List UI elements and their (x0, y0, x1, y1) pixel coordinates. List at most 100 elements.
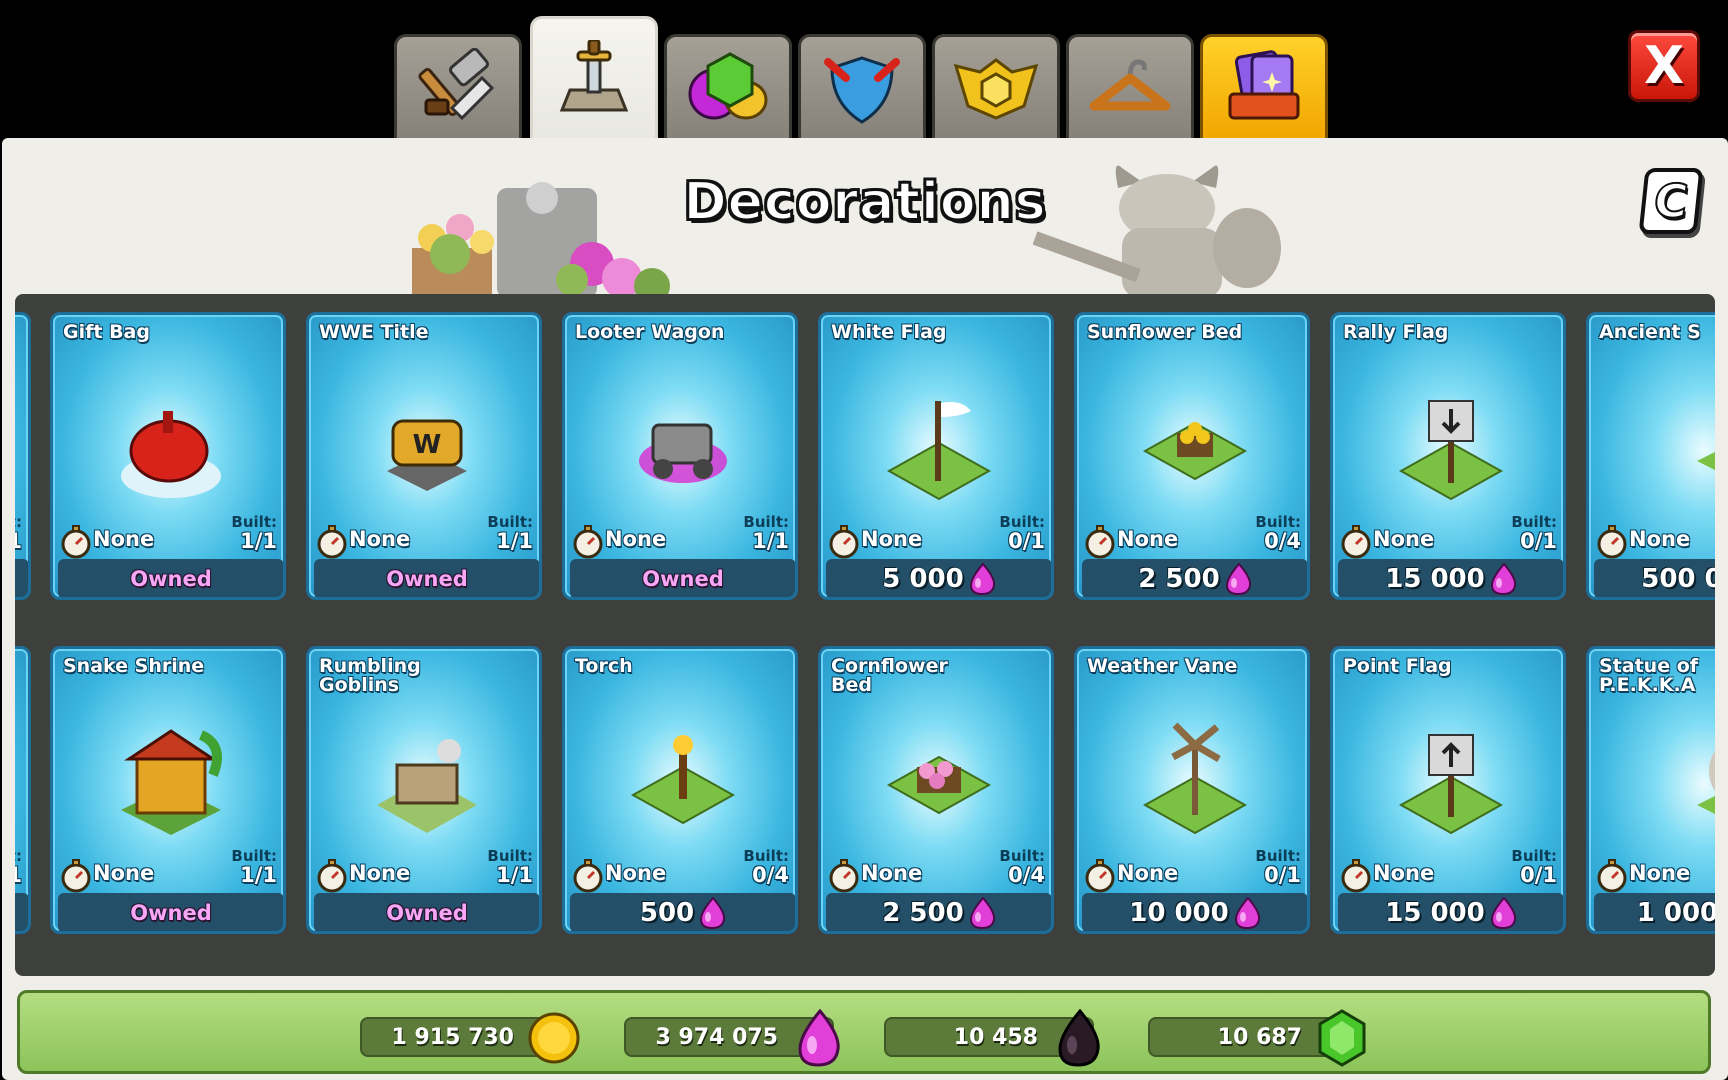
gold-amount: 1 915 730 (391, 1024, 514, 1050)
owned-status: Owned (58, 893, 283, 931)
build-time-label: None (861, 861, 923, 885)
c-badge-label: C (1650, 173, 1691, 229)
build-time-label: None (349, 527, 411, 551)
decoration-name: Gift Bag (63, 321, 150, 343)
built-count: 1/1 (15, 529, 22, 553)
treasury-tab[interactable] (664, 34, 792, 138)
elixir-counter: 3 974 075 (624, 1009, 840, 1067)
decoration-card[interactable]: NoneBuilt:1/1Owned (15, 646, 31, 934)
decoration-name: Weather Vane (1087, 655, 1238, 677)
decoration-card[interactable]: Sunflower Bed None Built: 0/4 2 500 (1074, 312, 1310, 600)
elixir-amount: 3 974 075 (655, 1024, 778, 1050)
decoration-image (121, 729, 222, 835)
price-button[interactable]: 15 000 (1338, 559, 1563, 597)
price-button[interactable]: 500 00 (1594, 559, 1715, 597)
owned-label: Owned (642, 567, 724, 591)
gold-pass-tab[interactable] (1200, 34, 1328, 138)
resource-bar: 1 915 730 3 974 075 10 458 10 687 (17, 990, 1711, 1074)
decoration-image (639, 423, 727, 483)
decoration-image (1142, 421, 1248, 481)
decoration-image (121, 411, 221, 498)
creator-code-badge[interactable]: C (1638, 168, 1704, 234)
decoration-card[interactable]: Gift Bag None Built: 1/1 Owned (50, 312, 286, 600)
price-button[interactable]: 1 000 0 (1594, 893, 1715, 931)
decoration-card[interactable]: Statue of P.E.K.K.A None 1 000 0 (1586, 646, 1715, 934)
league-tab[interactable] (932, 34, 1060, 138)
price-button[interactable]: 15 000 (1338, 893, 1563, 931)
owned-status: Owned (570, 559, 795, 597)
dark-elixir-counter: 10 458 (884, 1009, 1100, 1067)
decoration-card[interactable]: Looter Wagon None Built: 1/1 Owned (562, 312, 798, 600)
build-time-label: None (605, 527, 667, 551)
decoration-card[interactable]: Ancient S None 500 00 (1586, 312, 1715, 600)
price-amount: 15 000 (1385, 898, 1485, 928)
decoration-name: Rumbling Goblins (319, 655, 421, 696)
decoration-card[interactable]: Cornflower Bed None Built: 0/4 2 500 (818, 646, 1054, 934)
stopwatch-icon (1085, 525, 1115, 559)
price-amount: 15 000 (1385, 564, 1485, 594)
gold-badge-icon (953, 57, 1039, 120)
dark-elixir-drop-icon (1058, 1009, 1100, 1067)
owned-status: Owned (314, 559, 539, 597)
stopwatch-icon (61, 859, 91, 893)
built-count: 0/4 (752, 863, 789, 887)
decoration-card[interactable]: Torch None Built: 0/4 500 (562, 646, 798, 934)
cards-icon (1228, 49, 1300, 119)
decoration-card[interactable]: White Flag None Built: 0/1 5 000 (818, 312, 1054, 600)
built-count: 1/1 (496, 529, 533, 553)
stopwatch-icon (1597, 525, 1627, 559)
built-count: 1/1 (240, 863, 277, 887)
built-count: 1/1 (496, 863, 533, 887)
stopwatch-icon (317, 859, 347, 893)
pekka-statue-illustration (1032, 165, 1281, 298)
decoration-name: White Flag (831, 321, 947, 343)
owned-status: Owned (58, 559, 283, 597)
price-button[interactable]: 2 500 (826, 893, 1051, 931)
skins-tab[interactable] (1066, 34, 1194, 138)
shields-tab[interactable] (798, 34, 926, 138)
build-time-label: None (349, 861, 411, 885)
decoration-card[interactable]: Rally Flag None Built: 0/1 15 000 (1330, 312, 1566, 600)
price-button[interactable]: 500 (570, 893, 795, 931)
built-count: 0/1 (1520, 863, 1557, 887)
close-button[interactable]: X (1628, 30, 1700, 102)
owned-label: Owned (130, 901, 212, 925)
elixir-drop-icon (700, 897, 726, 929)
decoration-image (1398, 734, 1504, 835)
decoration-card[interactable]: Point Flag None Built: 0/1 15 000 (1330, 646, 1566, 934)
build-time-label: None (1629, 861, 1691, 885)
decoration-card[interactable]: Weather Vane None Built: 0/1 10 000 (1074, 646, 1310, 934)
decoration-name: Rally Flag (1343, 321, 1449, 343)
shield-icon (824, 55, 900, 124)
build-time-label: None (1373, 527, 1435, 551)
owned-label: Owned (130, 567, 212, 591)
page-title: Decorations (682, 171, 1047, 233)
decoration-card[interactable]: Snake Shrine None Built: 1/1 Owned (50, 646, 286, 934)
decoration-image (1398, 400, 1504, 501)
builder-tools-tab[interactable] (394, 34, 522, 138)
build-time-label: None (1117, 861, 1179, 885)
build-time-label: None (1117, 527, 1179, 551)
decorations-grid: NoneBuilt:1/1Owned Gift Bag NoneBuilt:1/1O… (15, 294, 1715, 976)
elixir-drop-icon (969, 897, 995, 929)
stopwatch-icon (317, 525, 347, 559)
svg-text:W: W (413, 430, 442, 460)
stopwatch-icon (829, 525, 859, 559)
decoration-card[interactable]: WWE Title W None Built: 1/1 Owned (306, 312, 542, 600)
hammer-saw-icon (418, 47, 495, 120)
owned-status: Owned (15, 893, 28, 931)
price-amount: 1 000 0 (1636, 898, 1715, 928)
decoration-card[interactable]: NoneBuilt:1/1Owned (15, 312, 31, 600)
decorations-tab[interactable] (530, 16, 658, 140)
price-button[interactable]: 10 000 (1082, 893, 1307, 931)
built-count: 1/1 (240, 529, 277, 553)
gold-coin-icon (528, 1012, 580, 1064)
stopwatch-icon (1085, 859, 1115, 893)
price-button[interactable]: 2 500 (1082, 559, 1307, 597)
decoration-name: Ancient S (1599, 321, 1701, 343)
price-button[interactable]: 5 000 (826, 559, 1051, 597)
decoration-card[interactable]: Rumbling Goblins None Built: 1/1 Owned (306, 646, 542, 934)
price-amount: 500 (639, 898, 695, 928)
owned-label: Owned (386, 567, 468, 591)
build-time-label: None (1373, 861, 1435, 885)
